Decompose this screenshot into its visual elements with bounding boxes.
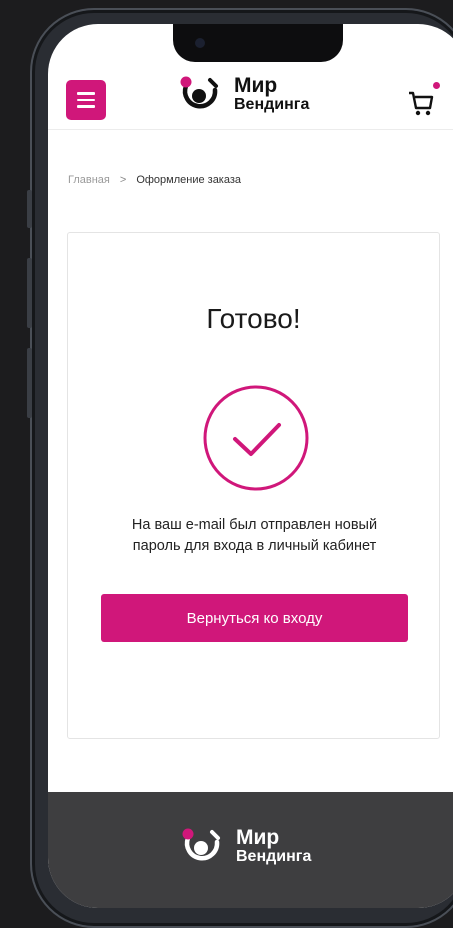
success-message: На ваш e-mail был отправлен новый пароль… (88, 515, 421, 557)
front-camera (195, 38, 205, 48)
hamburger-icon (77, 92, 95, 95)
logo-text-line1: Мир (234, 74, 278, 97)
phone-volume-down (27, 348, 32, 418)
footer-logo[interactable]: Мир Вендинга (178, 826, 311, 866)
breadcrumb-current: Оформление заказа (136, 174, 242, 186)
success-message-line1: На ваш e-mail был отправлен новый (131, 517, 378, 533)
breadcrumb: Главная > Оформление заказа (68, 174, 241, 186)
site-footer: Мир Вендинга (48, 792, 453, 908)
logo-mark-icon (180, 76, 218, 109)
success-card: Готово! На ваш e-mail был отправлен новы… (67, 232, 440, 739)
site-logo[interactable]: Мир Вендинга (176, 74, 309, 114)
footer-logo-line2: Вендинга (236, 848, 312, 865)
cart-badge (433, 82, 440, 89)
breadcrumb-home-link[interactable]: Главная (68, 174, 110, 186)
phone-volume-up (27, 258, 32, 328)
page-title: Готово! (206, 303, 301, 334)
footer-logo-line1: Мир (236, 826, 280, 849)
phone-notch (173, 24, 343, 62)
site-header: Мир Вендинга (48, 64, 453, 130)
success-message-line2: пароль для входа в личный кабинет (132, 538, 377, 554)
back-to-login-button[interactable]: Вернуться ко входу (101, 594, 408, 642)
logo-text-line2: Вендинга (234, 96, 310, 113)
breadcrumb-separator: > (119, 174, 127, 186)
phone-mute-switch (27, 190, 32, 228)
cart-button[interactable] (406, 82, 440, 118)
phone-screen: Мир Вендинга Главная > Оформление заказа… (48, 24, 453, 908)
check-circle-icon (203, 385, 309, 491)
cart-icon (409, 91, 434, 116)
menu-button[interactable] (66, 80, 106, 120)
footer-logo-mark-icon (182, 828, 220, 861)
